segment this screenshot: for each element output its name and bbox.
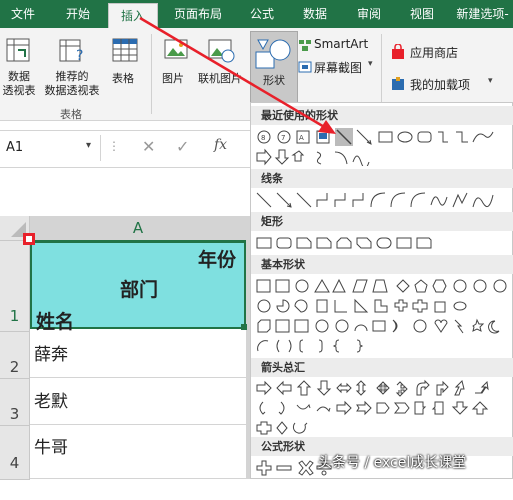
annotation-arrow bbox=[139, 16, 336, 134]
watermark: 头条号 / excel成长课堂 bbox=[318, 455, 467, 471]
